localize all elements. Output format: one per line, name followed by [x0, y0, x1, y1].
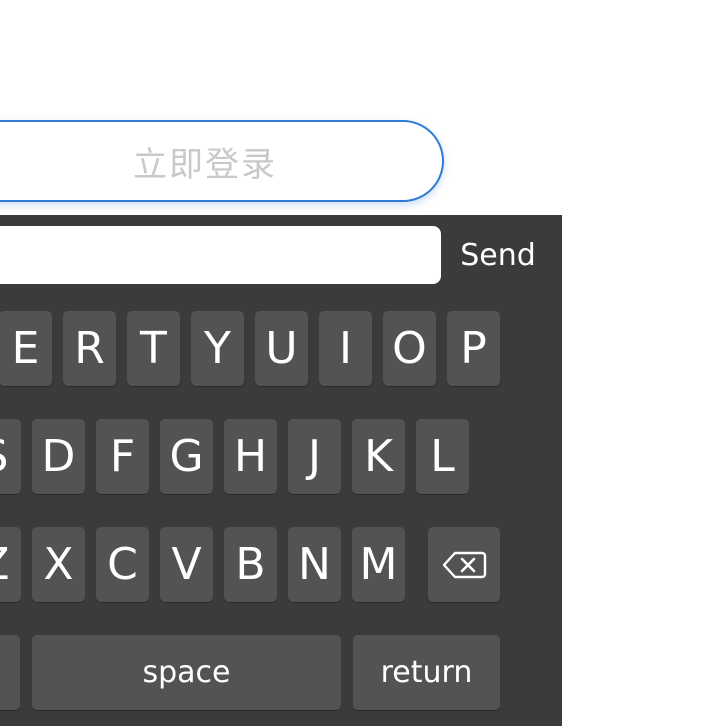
key-z[interactable]: Z — [0, 527, 21, 602]
keyboard: Send E R T Y U I O P S D F G H J K L Z X… — [0, 215, 562, 726]
key-d[interactable]: D — [32, 419, 85, 494]
key-b[interactable]: B — [224, 527, 277, 602]
key-e[interactable]: E — [0, 311, 52, 386]
screen: 立即登录 Send E R T Y U I O P S D F G H J K … — [0, 0, 724, 726]
key-p[interactable]: P — [447, 311, 500, 386]
delete-key[interactable] — [428, 527, 500, 602]
key-o[interactable]: O — [383, 311, 436, 386]
login-button[interactable]: 立即登录 — [0, 120, 444, 202]
key-s[interactable]: S — [0, 419, 21, 494]
backspace-icon — [442, 551, 487, 578]
key-v[interactable]: V — [160, 527, 213, 602]
key-u[interactable]: U — [255, 311, 308, 386]
key-g[interactable]: G — [160, 419, 213, 494]
key-i[interactable]: I — [319, 311, 372, 386]
key-h[interactable]: H — [224, 419, 277, 494]
return-key[interactable]: return — [353, 635, 500, 710]
key-f[interactable]: F — [96, 419, 149, 494]
mode-switch-key[interactable] — [0, 635, 20, 710]
space-key[interactable]: space — [32, 635, 341, 710]
message-input[interactable] — [0, 226, 441, 284]
key-j[interactable]: J — [288, 419, 341, 494]
key-r[interactable]: R — [63, 311, 116, 386]
key-m[interactable]: M — [352, 527, 405, 602]
login-button-label: 立即登录 — [133, 144, 277, 185]
key-c[interactable]: C — [96, 527, 149, 602]
send-button[interactable]: Send — [452, 226, 544, 284]
key-l[interactable]: L — [416, 419, 469, 494]
key-k[interactable]: K — [352, 419, 405, 494]
key-y[interactable]: Y — [191, 311, 244, 386]
key-n[interactable]: N — [288, 527, 341, 602]
key-x[interactable]: X — [32, 527, 85, 602]
key-t[interactable]: T — [127, 311, 180, 386]
